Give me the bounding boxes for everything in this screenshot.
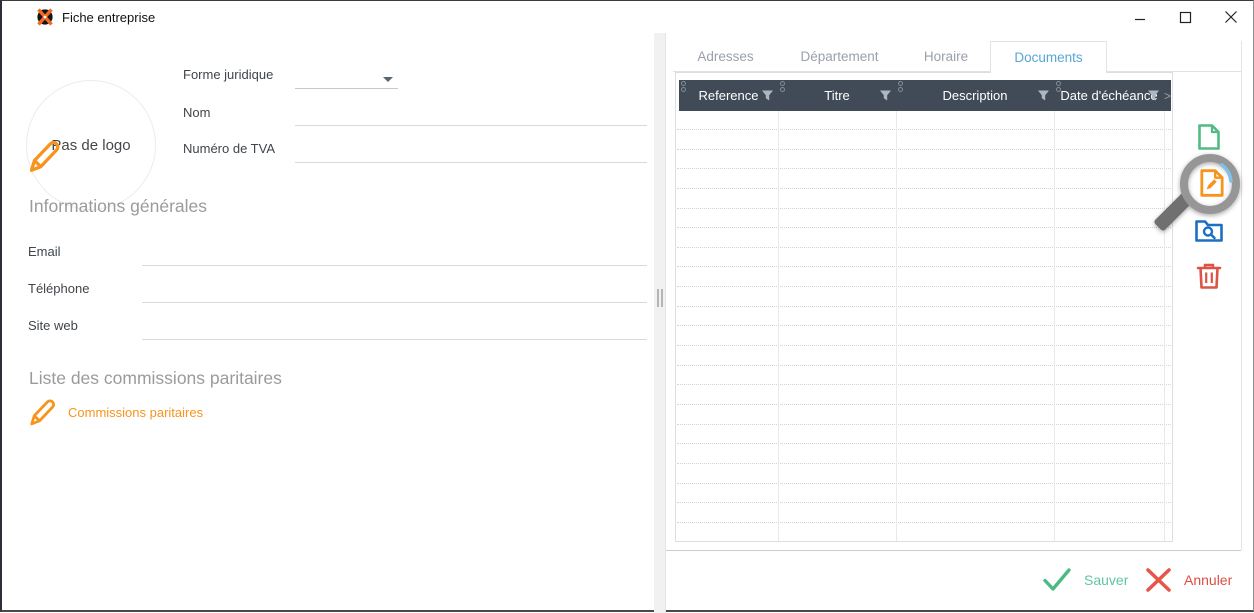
- email-input[interactable]: [142, 247, 647, 266]
- grid-empty-row: [677, 209, 1171, 229]
- grid-column-header-1[interactable]: Titre: [778, 80, 896, 111]
- grid-empty-row: [677, 307, 1171, 327]
- logo-placeholder-text: Pas de logo: [51, 136, 131, 154]
- save-button[interactable]: Sauver: [1042, 567, 1128, 593]
- column-anchor-icon: [780, 81, 785, 93]
- tab-label: Département: [800, 48, 879, 64]
- commissions-paritaires-button[interactable]: Commissions paritaires: [28, 396, 203, 428]
- grid-empty-row: [677, 288, 1171, 307]
- maximize-icon: [1179, 11, 1192, 23]
- tab-horaire[interactable]: Horaire: [902, 41, 990, 71]
- commissions-section-title: Liste des commissions paritaires: [29, 368, 282, 388]
- edit-document-icon[interactable]: [1197, 168, 1227, 198]
- grid-column-header-2[interactable]: Description: [896, 80, 1054, 111]
- grid-empty-row: [677, 386, 1171, 405]
- filter-funnel-icon[interactable]: [1147, 89, 1160, 102]
- grid-columns-overflow-indicator[interactable]: >: [1164, 80, 1171, 111]
- cancel-button[interactable]: Annuler: [1145, 567, 1232, 593]
- browse-document-icon[interactable]: [1194, 216, 1224, 244]
- edit-commissions-pencil-icon: [30, 399, 55, 426]
- grid-empty-row: [677, 170, 1171, 189]
- nom-label: Nom: [183, 105, 211, 120]
- column-anchor-icon: [1056, 81, 1061, 93]
- delete-document-icon[interactable]: [1196, 262, 1222, 290]
- filter-funnel-icon[interactable]: [1037, 89, 1050, 102]
- grid-empty-row: [677, 150, 1171, 170]
- documents-grid: Reference Titre Description Date d'échéance…: [675, 72, 1173, 542]
- column-anchor-icon: [898, 81, 903, 93]
- cancel-label: Annuler: [1184, 572, 1233, 588]
- app-logo-icon: [37, 8, 53, 26]
- tab-label: Documents: [1014, 50, 1083, 65]
- siteweb-label: Site web: [28, 318, 78, 333]
- column-header-label: Reference: [698, 88, 759, 103]
- minimize-icon: [1134, 18, 1145, 21]
- grid-empty-row: [677, 111, 1171, 130]
- grid-empty-row: [677, 504, 1171, 523]
- combo-dropdown-caret-icon: [383, 77, 393, 82]
- grid-column-header-3[interactable]: Date d'échéance: [1054, 80, 1164, 111]
- grid-body[interactable]: [677, 111, 1171, 540]
- title-bar: Fiche entreprise: [2, 1, 1253, 33]
- tab-departement[interactable]: Département: [777, 41, 902, 71]
- tab-documents[interactable]: Documents: [990, 41, 1107, 73]
- grid-empty-row: [677, 268, 1171, 288]
- tab-label: Adresses: [697, 48, 754, 64]
- grid-empty-row: [677, 248, 1171, 268]
- window-title: Fiche entreprise: [62, 10, 156, 25]
- grid-empty-row: [677, 347, 1171, 366]
- close-button[interactable]: [1208, 1, 1253, 33]
- forme-juridique-combobox[interactable]: [295, 71, 398, 89]
- grid-header: Reference Titre Description Date d'échéance…: [679, 80, 1171, 111]
- email-label: Email: [28, 244, 61, 259]
- footer-divider: [666, 550, 1241, 551]
- telephone-label: Téléphone: [28, 281, 90, 296]
- right-panel-border: [1241, 41, 1242, 550]
- grid-column-header-0[interactable]: Reference: [679, 80, 778, 111]
- splitter-grip-icon: [660, 289, 663, 307]
- grid-empty-row: [677, 445, 1171, 464]
- forme-juridique-label: Forme juridique: [183, 67, 274, 82]
- tab-adresses[interactable]: Adresses: [683, 41, 768, 71]
- grid-empty-row: [677, 523, 1171, 540]
- grid-empty-row: [677, 465, 1171, 484]
- grid-empty-row: [677, 190, 1171, 209]
- grid-empty-row: [677, 406, 1171, 425]
- splitter-grip-icon: [657, 289, 659, 307]
- grid-empty-row: [677, 327, 1171, 347]
- edit-logo-pencil-icon[interactable]: [27, 137, 63, 175]
- tab-label: Horaire: [923, 48, 969, 64]
- column-header-label: Date d'échéance: [1060, 88, 1158, 103]
- filter-funnel-icon[interactable]: [761, 89, 774, 102]
- info-section-title: Informations générales: [29, 196, 208, 216]
- grid-empty-row: [677, 229, 1171, 248]
- telephone-input[interactable]: [142, 284, 647, 303]
- column-header-label: Description: [942, 88, 1008, 103]
- filter-funnel-icon[interactable]: [879, 89, 892, 102]
- close-icon: [1224, 11, 1237, 23]
- cancel-x-icon: [1146, 568, 1171, 592]
- grid-empty-row: [677, 425, 1171, 445]
- save-label: Sauver: [1084, 572, 1129, 588]
- grid-empty-row: [677, 131, 1171, 150]
- right-panel-border: [665, 33, 666, 613]
- commissions-link-label: Commissions paritaires: [68, 404, 204, 420]
- tva-input[interactable]: [295, 144, 647, 163]
- grid-empty-row: [677, 366, 1171, 386]
- maximize-button[interactable]: [1163, 1, 1208, 33]
- tva-label: Numéro de TVA: [183, 141, 276, 156]
- minimize-button[interactable]: [1117, 1, 1162, 33]
- company-form-panel: Pas de logo Forme juridique Nom Numéro d…: [2, 33, 654, 613]
- siteweb-input[interactable]: [142, 321, 647, 340]
- column-header-label: Titre: [824, 88, 850, 103]
- save-check-icon: [1043, 568, 1071, 591]
- panel-splitter[interactable]: [654, 33, 665, 613]
- add-document-icon[interactable]: [1195, 123, 1223, 151]
- nom-input[interactable]: [295, 107, 647, 126]
- grid-empty-row: [677, 484, 1171, 504]
- column-anchor-icon: [681, 81, 686, 93]
